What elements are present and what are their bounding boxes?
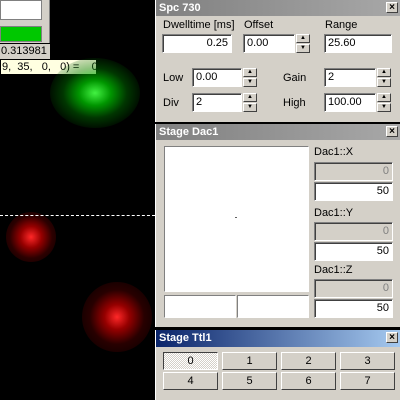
xy-position-pad[interactable] bbox=[164, 146, 309, 292]
spin-down-icon[interactable]: ▼ bbox=[243, 78, 257, 87]
ttl-button-0[interactable]: 0 bbox=[163, 352, 218, 370]
dac-z-field[interactable]: 50 bbox=[314, 299, 393, 318]
dac-x-readback: 0 bbox=[314, 162, 393, 181]
spc-panel: Spc 730 × Dwelltime [ms] 0.25 Offset 0.0… bbox=[155, 0, 400, 122]
green-fluorescence-spot bbox=[50, 58, 140, 128]
spin-down-icon[interactable]: ▼ bbox=[377, 78, 391, 87]
offset-label: Offset bbox=[244, 19, 274, 31]
stage-ttl-title: Stage Ttl1 bbox=[159, 332, 212, 344]
high-field[interactable]: 100.00 bbox=[324, 93, 376, 112]
range-label: Range bbox=[325, 19, 358, 31]
div-field[interactable]: 2 bbox=[192, 93, 242, 112]
close-icon[interactable]: × bbox=[386, 332, 398, 343]
position-marker bbox=[235, 217, 237, 218]
value-readout: 0.313981 bbox=[0, 44, 50, 59]
ttl-button-2[interactable]: 2 bbox=[281, 352, 336, 370]
ttl-button-6[interactable]: 6 bbox=[281, 372, 336, 390]
spin-up-icon[interactable]: ▲ bbox=[377, 68, 391, 77]
spc-title: Spc 730 bbox=[159, 2, 201, 14]
high-label: High bbox=[283, 97, 306, 109]
spin-up-icon[interactable]: ▲ bbox=[243, 68, 257, 77]
stage-dac-titlebar[interactable]: Stage Dac1 × bbox=[156, 124, 400, 140]
stage-dac-panel: Stage Dac1 × Dac1::X 0 50 Dac1::Y 0 50 D… bbox=[155, 124, 400, 327]
spc-titlebar[interactable]: Spc 730 × bbox=[156, 0, 400, 16]
close-icon[interactable]: × bbox=[386, 2, 398, 13]
spin-up-icon[interactable]: ▲ bbox=[296, 34, 310, 43]
ttl-button-7[interactable]: 7 bbox=[340, 372, 395, 390]
xy-pad-left-box bbox=[164, 295, 236, 318]
horizontal-cursor-line[interactable] bbox=[0, 215, 155, 216]
stage-ttl-titlebar[interactable]: Stage Ttl1 × bbox=[156, 330, 400, 347]
spin-down-icon[interactable]: ▼ bbox=[243, 103, 257, 112]
close-icon[interactable]: × bbox=[386, 126, 398, 137]
div-label: Div bbox=[163, 97, 179, 109]
dac-y-field[interactable]: 50 bbox=[314, 242, 393, 261]
ttl-button-5[interactable]: 5 bbox=[222, 372, 277, 390]
green-level-bar bbox=[0, 26, 42, 42]
dac-x-field[interactable]: 50 bbox=[314, 182, 393, 201]
stage-ttl-panel: Stage Ttl1 × 0123 4567 bbox=[155, 330, 400, 400]
ttl-button-4[interactable]: 4 bbox=[163, 372, 218, 390]
stage-dac-title: Stage Dac1 bbox=[159, 126, 219, 138]
range-field[interactable]: 25.60 bbox=[324, 34, 392, 53]
dac-y-readback: 0 bbox=[314, 222, 393, 241]
spin-down-icon[interactable]: ▼ bbox=[377, 103, 391, 112]
red-fluorescence-spot bbox=[6, 212, 56, 262]
offset-field[interactable]: 0.00 bbox=[243, 34, 295, 53]
low-label: Low bbox=[163, 72, 184, 84]
ttl-button-1[interactable]: 1 bbox=[222, 352, 277, 370]
xy-pad-right-box bbox=[237, 295, 309, 318]
gain-label: Gain bbox=[283, 72, 307, 84]
spin-up-icon[interactable]: ▲ bbox=[377, 93, 391, 102]
preview-white-box bbox=[0, 0, 42, 20]
gain-field[interactable]: 2 bbox=[324, 68, 376, 87]
dac-x-label: Dac1::X bbox=[314, 146, 354, 158]
low-field[interactable]: 0.00 bbox=[192, 68, 242, 87]
spin-down-icon[interactable]: ▼ bbox=[296, 44, 310, 53]
ttl-button-3[interactable]: 3 bbox=[340, 352, 395, 370]
mini-preview-panel bbox=[0, 0, 50, 43]
gain-spinner[interactable]: ▲ ▼ bbox=[377, 68, 391, 87]
image-viewer[interactable]: 0.313981 9, 35, 0, 0) = 0 bbox=[0, 0, 155, 400]
dac-y-label: Dac1::Y bbox=[314, 207, 354, 219]
high-spinner[interactable]: ▲ ▼ bbox=[377, 93, 391, 112]
dwelltime-field[interactable]: 0.25 bbox=[162, 34, 232, 53]
dac-z-label: Dac1::Z bbox=[314, 264, 353, 276]
dac-z-readback: 0 bbox=[314, 279, 393, 298]
div-spinner[interactable]: ▲ ▼ bbox=[243, 93, 257, 112]
red-fluorescence-spot bbox=[82, 282, 152, 352]
low-spinner[interactable]: ▲ ▼ bbox=[243, 68, 257, 87]
spin-up-icon[interactable]: ▲ bbox=[243, 93, 257, 102]
offset-spinner[interactable]: ▲ ▼ bbox=[296, 34, 310, 53]
dwelltime-label: Dwelltime [ms] bbox=[163, 19, 235, 31]
